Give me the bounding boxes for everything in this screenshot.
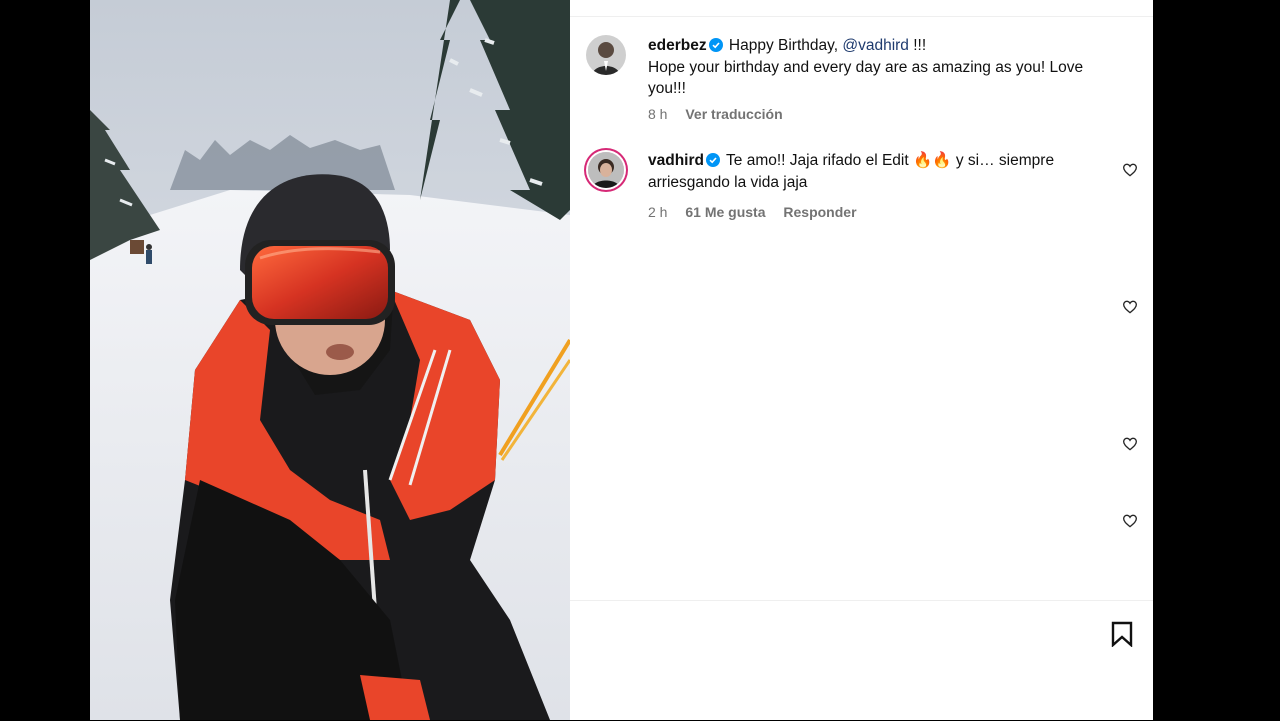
- avatar-image: [586, 35, 626, 75]
- comment-text-line2: Hope your birthday and every day are as …: [648, 58, 1084, 98]
- post-image: [90, 0, 570, 720]
- comment-time[interactable]: 2 h: [648, 204, 667, 220]
- divider: [570, 0, 1153, 17]
- verified-badge-icon: [705, 153, 720, 167]
- verified-badge-icon: [708, 38, 723, 52]
- heart-icon[interactable]: [1122, 299, 1138, 315]
- comment-meta: 8 h Ver traducción: [648, 106, 797, 122]
- heart-icon[interactable]: [1122, 162, 1138, 178]
- heart-icon[interactable]: [1122, 436, 1138, 452]
- avatar-vadhird[interactable]: [588, 152, 624, 188]
- comment-time[interactable]: 8 h: [648, 106, 667, 122]
- likes-count[interactable]: 61 Me gusta: [685, 204, 765, 220]
- comment-username[interactable]: ederbez: [648, 37, 707, 54]
- avatar-image: [588, 152, 624, 188]
- reply-link[interactable]: Responder: [783, 204, 856, 220]
- heart-icon[interactable]: [1122, 513, 1138, 529]
- comment-body: ederbez Happy Birthday, @vadhird !!! Hop…: [648, 35, 1108, 100]
- comment-username[interactable]: vadhird: [648, 152, 704, 169]
- mention-link[interactable]: @vadhird: [842, 37, 909, 54]
- post-actions-bar: [570, 600, 1153, 721]
- comment-text: Happy Birthday,: [728, 37, 843, 54]
- comment-meta: 2 h 61 Me gusta Responder: [648, 204, 871, 220]
- comment-text-suffix: !!!: [908, 37, 927, 54]
- post-photo[interactable]: [90, 0, 570, 720]
- bookmark-icon[interactable]: [1110, 621, 1134, 647]
- avatar-ederbez[interactable]: [586, 35, 626, 75]
- comments-panel: ederbez Happy Birthday, @vadhird !!! Hop…: [570, 0, 1153, 720]
- comment-body: vadhird Te amo!! Jaja rifado el Edit 🔥🔥 …: [648, 150, 1078, 193]
- translate-link[interactable]: Ver traducción: [685, 106, 782, 122]
